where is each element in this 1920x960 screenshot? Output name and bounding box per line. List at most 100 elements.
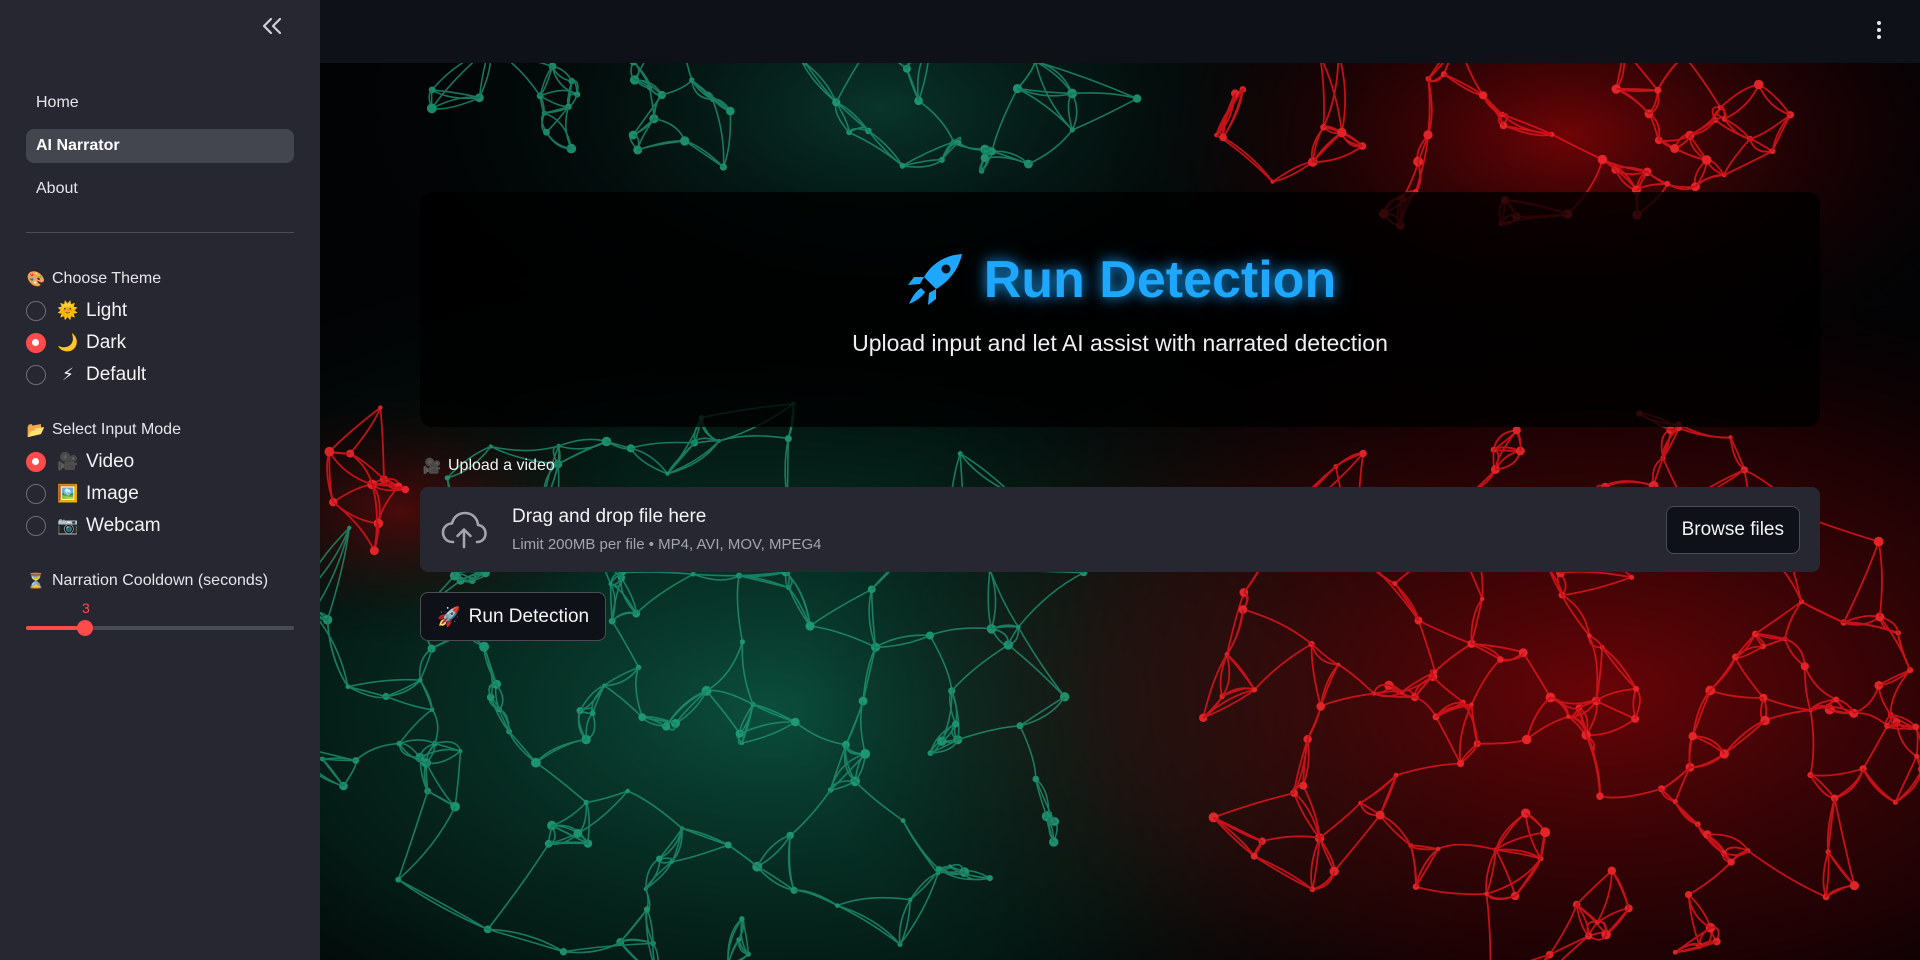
- main-menu-button[interactable]: [1868, 16, 1890, 44]
- input-mode-option-video[interactable]: 🎥 Video: [26, 446, 294, 478]
- radio-button[interactable]: [26, 333, 46, 353]
- network-node: [1522, 734, 1532, 745]
- nav-item-ai-narrator[interactable]: AI Narrator: [26, 129, 294, 163]
- network-node: [935, 866, 943, 873]
- cloud-upload-icon: [441, 511, 487, 548]
- network-node: [531, 757, 541, 768]
- network-node: [369, 546, 379, 556]
- network-node: [900, 818, 906, 823]
- radio-label: Image: [86, 483, 139, 504]
- main-content: Run Detection Upload input and let AI as…: [320, 0, 1920, 960]
- network-node: [860, 749, 871, 759]
- radio-button[interactable]: [26, 484, 46, 504]
- slider-track[interactable]: [26, 620, 294, 636]
- network-node: [1359, 449, 1367, 458]
- uploader-label: 🎥 Upload a video: [422, 457, 555, 475]
- network-node: [1607, 866, 1617, 875]
- hourglass-icon: ⏳: [26, 573, 46, 590]
- network-node: [1701, 155, 1712, 165]
- network-node: [952, 720, 960, 728]
- radio-label: Webcam: [86, 515, 161, 536]
- network-node: [395, 876, 402, 883]
- network-node: [1069, 127, 1075, 133]
- input-mode-option-webcam[interactable]: 📷 Webcam: [26, 510, 294, 542]
- network-node: [1456, 760, 1465, 768]
- network-node: [680, 136, 690, 146]
- network-node: [986, 875, 993, 882]
- app-header: [320, 0, 1920, 63]
- network-node: [1480, 596, 1485, 601]
- network-node: [1672, 949, 1678, 955]
- network-node: [1833, 696, 1840, 703]
- input-mode-label-text: Select Input Mode: [52, 421, 181, 438]
- theme-label: 🎨 Choose Theme: [26, 268, 294, 290]
- file-dropzone[interactable]: Drag and drop file here Limit 200MB per …: [420, 487, 1820, 572]
- radio-button[interactable]: [26, 516, 46, 536]
- dropzone-limits: Limit 200MB per file • MP4, AVI, MOV, MP…: [512, 536, 822, 553]
- run-detection-button[interactable]: 🚀 Run Detection: [420, 592, 607, 641]
- network-node: [1251, 687, 1258, 693]
- network-node: [784, 435, 792, 443]
- radio-label: Dark: [86, 332, 127, 353]
- cooldown-section: ⏳ Narration Cooldown (seconds) 3: [26, 570, 294, 650]
- network-node: [1800, 662, 1809, 671]
- slider-value: 3: [82, 600, 90, 616]
- network-node: [559, 948, 568, 956]
- network-node: [1912, 723, 1920, 731]
- network-node: [1499, 121, 1508, 130]
- network-node: [479, 641, 490, 652]
- network-node: [1849, 881, 1859, 891]
- network-node: [1597, 154, 1608, 165]
- network-node: [1375, 810, 1385, 820]
- page-title-text: Run Detection: [983, 251, 1337, 309]
- network-node: [926, 631, 934, 640]
- network-node: [401, 485, 410, 494]
- nav-item-home[interactable]: Home: [26, 86, 294, 120]
- page-title: Run Detection: [904, 250, 1336, 310]
- sidebar: Home AI Narrator About 🎨 Choose Theme 🌞 …: [0, 0, 320, 960]
- network-node: [1337, 127, 1347, 138]
- network-node: [1596, 792, 1604, 800]
- input-mode-section: 📂 Select Input Mode 🎥 Video 🖼️ Image 📷 W…: [26, 419, 294, 542]
- network-node: [1540, 827, 1551, 838]
- moon-icon: 🌙: [57, 333, 79, 352]
- network-node: [739, 916, 745, 922]
- lightning-icon: ⚡: [62, 365, 74, 384]
- network-strand: [548, 842, 588, 845]
- theme-option-dark[interactable]: 🌙 Dark: [26, 327, 294, 359]
- radio-button[interactable]: [26, 301, 46, 321]
- network-node: [628, 130, 638, 140]
- collapse-sidebar-button[interactable]: [258, 12, 286, 40]
- network-node: [1219, 133, 1227, 142]
- network-node: [1566, 714, 1571, 719]
- slider-thumb[interactable]: [76, 620, 93, 636]
- network-node: [396, 740, 403, 747]
- network-node: [1512, 426, 1521, 435]
- network-node: [1016, 722, 1024, 730]
- page-subtitle: Upload input and let AI assist with narr…: [852, 330, 1388, 356]
- network-node: [1032, 775, 1040, 783]
- network-node: [347, 525, 352, 530]
- input-mode-option-image[interactable]: 🖼️ Image: [26, 478, 294, 510]
- network-node: [1016, 624, 1021, 630]
- theme-option-default[interactable]: ⚡ Default: [26, 359, 294, 391]
- radio-button[interactable]: [26, 452, 46, 472]
- network-node: [1914, 753, 1920, 759]
- theme-option-light[interactable]: 🌞 Light: [26, 295, 294, 327]
- rocket-icon: [907, 254, 962, 305]
- radio-button[interactable]: [26, 365, 46, 385]
- browse-files-button[interactable]: Browse files: [1665, 505, 1800, 554]
- network-node: [665, 471, 670, 476]
- network-node: [589, 710, 596, 716]
- nav-item-label: AI Narrator: [36, 137, 120, 154]
- dropzone-text: Drag and drop file here Limit 200MB per …: [512, 506, 822, 553]
- network-node: [625, 788, 630, 794]
- radio-label: Video: [86, 451, 135, 472]
- network-node: [1518, 648, 1528, 658]
- network-node: [980, 153, 989, 162]
- network-node: [1392, 581, 1398, 587]
- nav-item-about[interactable]: About: [26, 172, 294, 206]
- cooldown-slider[interactable]: 3: [26, 600, 294, 650]
- network-node: [1484, 891, 1489, 897]
- network-node: [1316, 702, 1325, 711]
